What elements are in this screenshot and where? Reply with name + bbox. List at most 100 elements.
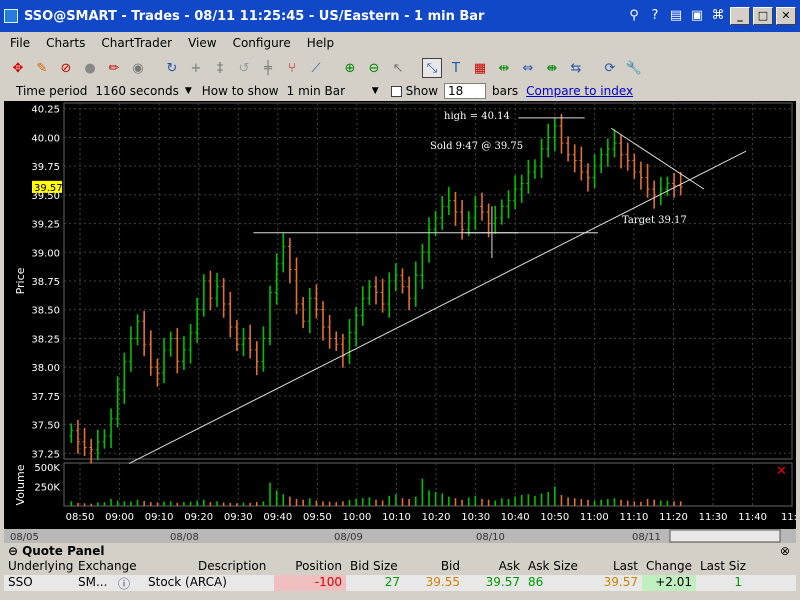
price-bar	[301, 297, 306, 329]
price-bar	[294, 257, 299, 315]
menu-charts[interactable]: Charts	[44, 36, 87, 50]
zoom-in-icon[interactable]: ⊕	[340, 58, 360, 78]
price-bar	[440, 196, 445, 230]
price-tick-label: 37.50	[31, 421, 60, 432]
undo-icon[interactable]: ↺	[234, 58, 254, 78]
timeline-svg: 08/05 08/08 08/09 08/10 08/11	[10, 529, 781, 543]
price-bar	[95, 429, 100, 461]
circle-icon[interactable]: ●	[80, 58, 100, 78]
price-bar	[513, 175, 518, 210]
settings-icon[interactable]: ⌘	[709, 7, 727, 25]
price-bar	[393, 263, 398, 292]
timeline-scrollbar[interactable]: 08/05 08/08 08/09 08/10 08/11	[4, 529, 796, 543]
price-bar	[380, 278, 385, 313]
time-tick-label: 11:10	[619, 512, 648, 523]
timeline-date-label: 08/08	[170, 532, 199, 543]
price-bar	[287, 237, 292, 284]
info-icon[interactable]: ⓘ	[114, 575, 144, 591]
text-icon[interactable]: T	[446, 58, 466, 78]
price-bar	[400, 268, 405, 294]
col-ask-size[interactable]: Ask Size	[524, 559, 584, 575]
detach-icon[interactable]: ▣	[688, 7, 706, 25]
fit-icon[interactable]: ⇹	[494, 58, 514, 78]
wrench-icon[interactable]: 🔧	[624, 58, 644, 78]
price-bar	[354, 306, 359, 347]
price-bar	[69, 423, 74, 443]
pin-icon[interactable]: ⚲	[625, 7, 643, 25]
menu-file[interactable]: File	[8, 36, 32, 50]
timeline-date-label: 08/11	[632, 532, 661, 543]
price-bar	[128, 326, 133, 372]
fork-icon[interactable]: ⑂	[282, 58, 302, 78]
help-icon[interactable]: ?	[646, 7, 664, 25]
refresh-icon[interactable]: ↻	[162, 58, 182, 78]
bars-label: bars	[492, 84, 519, 98]
price-bar	[347, 318, 352, 365]
close-button[interactable]: ✕	[776, 7, 796, 25]
ruler-icon[interactable]: ╪	[258, 58, 278, 78]
plus-icon[interactable]: +	[186, 58, 206, 78]
price-bar	[248, 324, 253, 359]
zoom-out-icon[interactable]: ⊖	[364, 58, 384, 78]
print-icon[interactable]: ▤	[667, 7, 685, 25]
col-ask[interactable]: Ask	[464, 559, 524, 575]
crosshair-icon[interactable]: ✥	[8, 58, 28, 78]
price-bar	[82, 427, 87, 457]
time-period-select[interactable]: 1160 seconds ▼	[91, 84, 191, 98]
menu-charttrader[interactable]: ChartTrader	[99, 36, 174, 50]
current-price-label: 39.57	[34, 183, 63, 194]
col-last[interactable]: Last	[584, 559, 642, 575]
maximize-button[interactable]: □	[753, 7, 773, 25]
price-bar	[592, 154, 597, 188]
channel-icon[interactable]: ⟋	[306, 58, 326, 78]
split-icon[interactable]: ⇼	[542, 58, 562, 78]
bars-input[interactable]: 18	[444, 83, 487, 99]
col-bid-size[interactable]: Bid Size	[346, 559, 404, 575]
price-bar	[672, 173, 677, 198]
col-underlying[interactable]: Underlying	[4, 559, 74, 575]
quote-panel: ⊖ Quote Panel ⊗ Underlying Exchange Desc…	[4, 543, 796, 600]
menu-configure[interactable]: Configure	[231, 36, 293, 50]
price-chart[interactable]: 40.25 40.00 39.75 39.50 39.25 39.00 38.75 38.50…	[4, 101, 800, 529]
col-bid[interactable]: Bid	[404, 559, 464, 575]
col-description[interactable]: Description	[144, 559, 274, 575]
collapse-icon[interactable]: ⊖	[8, 544, 18, 558]
show-label: Show	[405, 84, 439, 98]
timeline-thumb[interactable]	[669, 529, 781, 543]
price-bar	[546, 123, 551, 158]
palette-icon[interactable]: ◉	[128, 58, 148, 78]
show-checkbox[interactable]	[390, 85, 402, 97]
expand-icon[interactable]: ⇔	[518, 58, 538, 78]
price-tick-label: 38.75	[31, 277, 60, 288]
price-bar	[215, 272, 220, 307]
compress-icon[interactable]: ⇆	[566, 58, 586, 78]
title-bar: SSO@SMART - Trades - 08/11 11:25:45 - US…	[0, 0, 800, 32]
compare-to-index-link[interactable]: Compare to index	[526, 84, 633, 98]
col-change[interactable]: Change	[642, 559, 696, 575]
price-bar	[539, 138, 544, 179]
note-icon[interactable]: ▦	[470, 58, 490, 78]
cell-ask-size: 86	[528, 575, 544, 589]
price-bar	[566, 136, 571, 162]
how-to-show-select[interactable]: 1 min Bar ▼	[283, 84, 379, 98]
minimize-button[interactable]: _	[730, 7, 750, 25]
panel-close-icon[interactable]: ⊗	[780, 544, 790, 558]
menu-view[interactable]: View	[186, 36, 218, 50]
price-bar	[526, 159, 531, 194]
chart-controls: Time period 1160 seconds ▼ How to show 1…	[0, 81, 800, 101]
pencil-icon[interactable]: ✏	[104, 58, 124, 78]
brush-icon[interactable]: ✎	[32, 58, 52, 78]
no-entry-icon[interactable]: ⊘	[56, 58, 76, 78]
line-tool-icon[interactable]: ⤡	[422, 58, 442, 78]
reload-icon[interactable]: ⟳	[600, 58, 620, 78]
price-tick-label: 38.00	[31, 363, 60, 374]
bars-icon[interactable]: ‡	[210, 58, 230, 78]
cursor-icon[interactable]: ↖	[388, 58, 408, 78]
col-exchange[interactable]: Exchange	[74, 559, 144, 575]
col-last-size[interactable]: Last Size	[696, 559, 746, 575]
table-row[interactable]: SSO SM... ⓘ Stock (ARCA) -100 27 39.55 3…	[4, 575, 796, 591]
col-position[interactable]: Position	[274, 559, 346, 575]
menu-help[interactable]: Help	[305, 36, 336, 50]
time-tick-label: 11:20	[659, 512, 688, 523]
chart-annotation: Sold 9:47 @ 39.75	[430, 141, 523, 152]
